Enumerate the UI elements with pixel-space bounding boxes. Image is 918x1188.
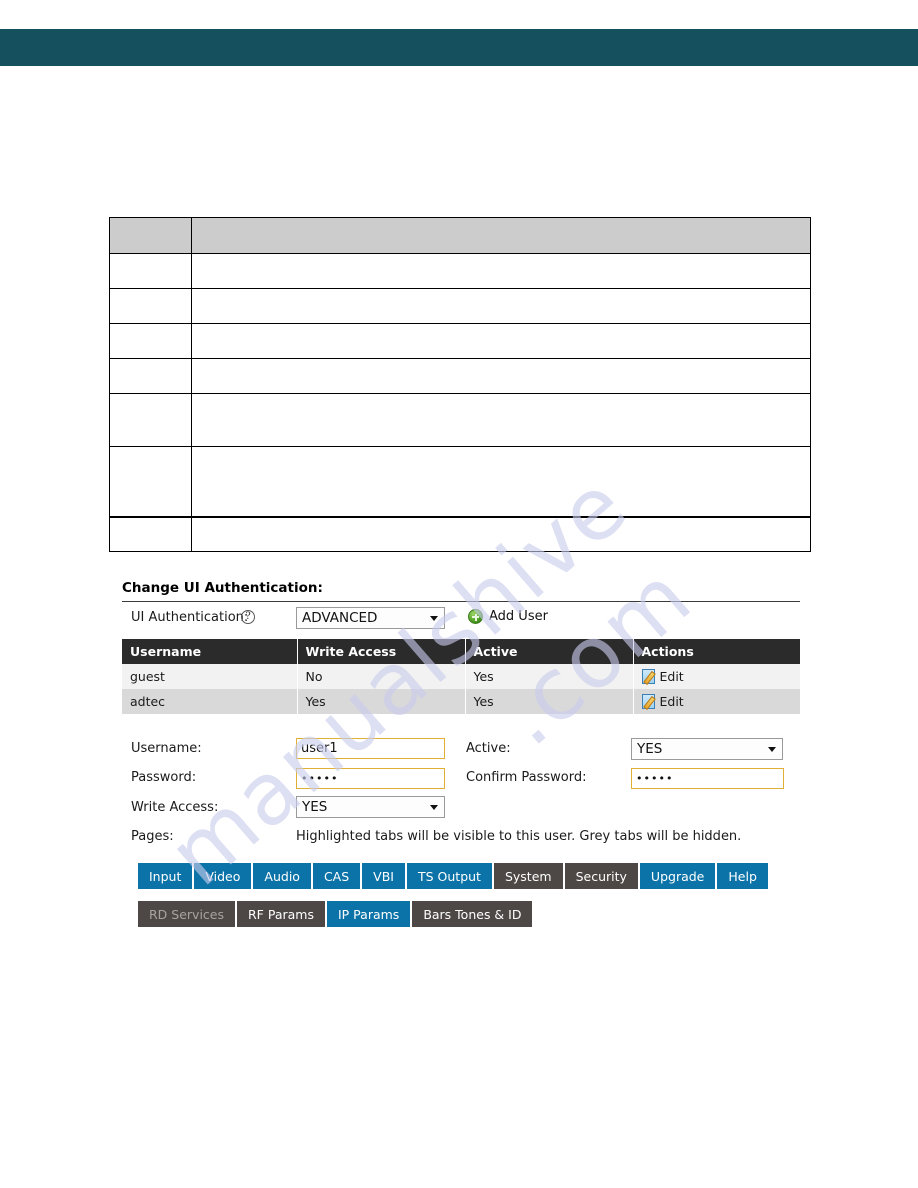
password-label: Password: xyxy=(131,770,197,785)
add-user-label: Add User xyxy=(489,609,548,624)
header-cell-label xyxy=(109,217,192,254)
cell-description xyxy=(190,323,812,359)
edit-link[interactable]: Edit xyxy=(641,669,793,684)
page-tab-ts-output[interactable]: TS Output xyxy=(406,863,494,889)
column-header-username: Username xyxy=(122,639,298,664)
cell-label xyxy=(109,253,192,289)
table-row: adtec Yes Yes Edit xyxy=(122,689,800,714)
cell-actions: Edit xyxy=(633,664,800,689)
page-tab-input[interactable]: Input xyxy=(138,863,195,889)
edit-label: Edit xyxy=(659,694,684,709)
cell-description xyxy=(190,253,812,289)
cell-active: Yes xyxy=(465,689,634,714)
column-header-write-access: Write Access xyxy=(297,639,466,664)
cell-username: adtec xyxy=(122,689,298,714)
page-tab-system[interactable]: System xyxy=(493,863,565,889)
column-header-active: Active xyxy=(465,639,634,664)
pages-note: Highlighted tabs will be visible to this… xyxy=(296,829,742,844)
users-table: Username Write Access Active Actions gue… xyxy=(122,639,800,714)
table-header-row xyxy=(109,217,812,254)
cell-write-access: Yes xyxy=(297,689,466,714)
write-access-select[interactable]: YES xyxy=(296,796,445,818)
cell-label xyxy=(109,323,192,359)
specification-table xyxy=(109,217,812,552)
ui-authentication-value: ADVANCED xyxy=(302,610,378,626)
ui-authentication-select[interactable]: ADVANCED xyxy=(296,607,445,629)
section-title: Change UI Authentication: xyxy=(122,580,323,596)
cell-username: guest xyxy=(122,664,298,689)
pages-tab-row-primary: Input Video Audio CAS VBI TS Output System Secu… xyxy=(138,863,768,889)
table-row xyxy=(109,253,812,289)
cell-write-access: No xyxy=(297,664,466,689)
page-tab-ip-params[interactable]: IP Params xyxy=(326,901,413,927)
cell-label xyxy=(109,288,192,324)
ui-authentication-label: UI Authentication: xyxy=(131,610,249,625)
table-row xyxy=(109,393,812,447)
cell-description xyxy=(190,516,812,552)
write-access-value: YES xyxy=(302,799,328,815)
cell-label xyxy=(109,393,192,447)
chevron-down-icon xyxy=(430,616,438,621)
top-banner xyxy=(0,29,918,66)
cell-label xyxy=(109,358,192,394)
page-tab-video[interactable]: Video xyxy=(194,863,254,889)
table-row xyxy=(109,358,812,394)
active-select[interactable]: YES xyxy=(631,738,783,760)
table-row xyxy=(109,288,812,324)
cell-description xyxy=(190,446,812,518)
confirm-password-input[interactable]: ••••• xyxy=(631,768,784,789)
password-input[interactable]: ••••• xyxy=(296,768,445,789)
table-row xyxy=(109,516,812,552)
cell-description xyxy=(190,393,812,447)
edit-pencil-icon xyxy=(641,669,655,684)
page-tab-vbi[interactable]: VBI xyxy=(362,863,407,889)
active-value: YES xyxy=(637,741,663,757)
table-row xyxy=(109,323,812,359)
edit-link[interactable]: Edit xyxy=(641,694,793,709)
cell-actions: Edit xyxy=(633,689,800,714)
section-divider xyxy=(122,601,800,602)
header-cell-description xyxy=(190,217,812,254)
cell-description xyxy=(190,358,812,394)
confirm-password-label: Confirm Password: xyxy=(466,770,587,785)
edit-pencil-icon xyxy=(641,694,655,709)
question-mark-icon[interactable]: ? xyxy=(241,610,255,624)
page-tab-bars-tones-id[interactable]: Bars Tones & ID xyxy=(412,901,533,927)
column-header-actions: Actions xyxy=(633,639,800,664)
chevron-down-icon xyxy=(430,805,438,810)
write-access-label: Write Access: xyxy=(131,800,219,815)
cell-description xyxy=(190,288,812,324)
add-user-button[interactable]: Add User xyxy=(468,609,548,624)
edit-label: Edit xyxy=(659,669,684,684)
cell-active: Yes xyxy=(465,664,634,689)
page-tab-cas[interactable]: CAS xyxy=(312,863,363,889)
page-tab-rd-services[interactable]: RD Services xyxy=(138,901,237,927)
page-tab-security[interactable]: Security xyxy=(564,863,640,889)
page-tab-rf-params[interactable]: RF Params xyxy=(237,901,327,927)
chevron-down-icon xyxy=(768,747,776,752)
username-input[interactable]: user1 xyxy=(296,738,445,759)
page-tab-upgrade[interactable]: Upgrade xyxy=(639,863,718,889)
users-table-header-row: Username Write Access Active Actions xyxy=(122,639,800,664)
page-tab-audio[interactable]: Audio xyxy=(253,863,313,889)
page-tab-help[interactable]: Help xyxy=(717,863,768,889)
active-label: Active: xyxy=(466,741,511,756)
table-row: guest No Yes Edit xyxy=(122,664,800,689)
table-row xyxy=(109,446,812,518)
username-label: Username: xyxy=(131,741,202,756)
pages-label: Pages: xyxy=(131,829,174,844)
green-plus-circle-icon xyxy=(468,609,483,624)
cell-label xyxy=(109,446,192,518)
pages-tab-row-secondary: RD Services RF Params IP Params Bars Tones … xyxy=(138,901,533,927)
cell-label xyxy=(109,516,192,552)
